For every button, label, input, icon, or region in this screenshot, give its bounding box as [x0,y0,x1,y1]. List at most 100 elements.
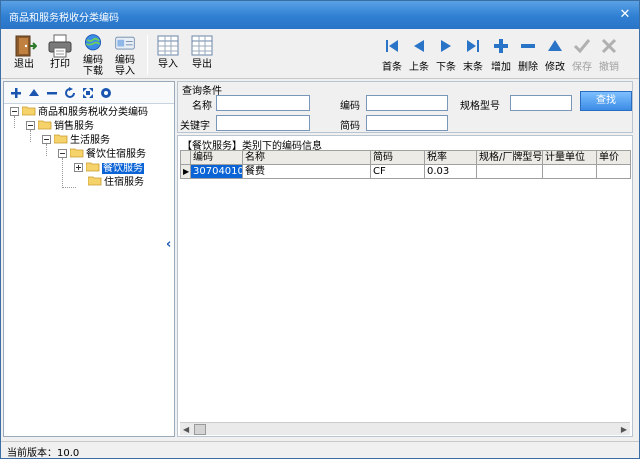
tree-remove-icon[interactable] [46,87,58,99]
collapse-icon[interactable] [10,107,19,116]
save-label: 保存 [572,62,592,73]
folder-open-icon [54,134,68,144]
column-header[interactable]: 编码 [190,150,243,165]
main-window: 商品和服务税收分类编码 ✕ 退出 打印 编码 下载 编码 导入 导入 导出 首条… [0,0,640,459]
name-input[interactable] [216,95,310,111]
code-download-label: 编码 下载 [83,55,103,77]
first-label: 首条 [382,62,402,73]
folder-open-icon [70,148,84,158]
tree-node-label: 生活服务 [70,135,110,146]
short-code-label: 简码 [340,121,360,132]
column-header[interactable]: 单价 [596,150,631,165]
add-button[interactable]: 增加 [487,37,515,75]
export-button[interactable]: 导出 [187,33,217,77]
tree-refresh-icon[interactable] [64,87,76,99]
cancel-button[interactable]: 撤销 [595,37,623,75]
scroll-right-icon[interactable]: ▶ [621,425,627,434]
tax-rate-cell[interactable]: 0.03 [424,164,477,179]
row-indicator-header [180,150,191,165]
prev-icon [414,40,424,52]
keyword-label: 关键字 [180,121,210,132]
tree-node-catering-lodging[interactable]: 餐饮住宿服务 [58,148,146,162]
spec-cell[interactable] [476,164,543,179]
tree-node-life[interactable]: 生活服务 [42,134,110,148]
folder-icon [86,162,100,172]
column-header[interactable]: 简码 [370,150,425,165]
tree-connector [62,158,63,188]
add-label: 增加 [491,62,511,73]
grid-header-row: 编码 名称 简码 税率 规格/厂牌型号 计量单位 单价 [180,150,631,165]
spec-input[interactable] [510,95,572,111]
category-tree-pane: 商品和服务税收分类编码 销售服务 生活服务 餐饮住宿服务 餐饮服务 住宿服务 [3,81,175,437]
first-icon [386,40,398,52]
collapse-icon[interactable] [42,135,51,144]
tree-node-label: 餐饮住宿服务 [86,149,146,160]
last-label: 末条 [463,62,483,73]
scroll-left-icon[interactable]: ◀ [183,425,189,434]
import-label: 导入 [158,59,178,70]
price-cell[interactable] [596,164,631,179]
title-bar[interactable]: 商品和服务税收分类编码 ✕ [1,1,639,29]
spec-label: 规格型号 [460,101,500,112]
short-code-input[interactable] [366,115,448,131]
import-button[interactable]: 导入 [153,33,183,77]
short-code-cell[interactable]: CF [370,164,425,179]
save-button[interactable]: 保存 [568,37,596,75]
code-download-button[interactable]: 编码 下载 [79,33,107,77]
code-import-button[interactable]: 编码 导入 [111,33,139,77]
column-header[interactable]: 税率 [424,150,477,165]
close-icon[interactable]: ✕ [617,7,633,23]
delete-label: 删除 [518,62,538,73]
card-import-icon [115,36,135,50]
column-header[interactable]: 名称 [242,150,371,165]
table-row[interactable]: ▶ 3070401000 餐费 CF 0.03 [180,164,631,179]
collapse-icon[interactable] [26,121,35,130]
printer-icon [48,34,72,58]
modify-button[interactable]: 修改 [541,37,569,75]
tree-connector [62,187,76,188]
tree-node-label: 商品和服务税收分类编码 [38,107,148,118]
window-title: 商品和服务税收分类编码 [9,13,119,24]
name-cell[interactable]: 餐费 [242,164,371,179]
code-cell[interactable]: 3070401000 [190,164,243,179]
tree-node-label: 住宿服务 [104,177,144,188]
next-record-button[interactable]: 下条 [432,37,460,75]
toolbar: 退出 打印 编码 下载 编码 导入 导入 导出 首条 上条 下条 末条 增加 删… [1,29,639,79]
print-button[interactable]: 打印 [45,33,75,77]
tree-add-icon[interactable] [10,87,22,99]
tree-node-label: 销售服务 [54,121,94,132]
horizontal-scrollbar[interactable]: ◀ ▶ [180,422,630,435]
delete-button[interactable]: 删除 [514,37,542,75]
collapse-pane-icon[interactable]: ‹ [166,237,171,252]
unit-cell[interactable] [542,164,597,179]
query-panel: 查询条件 名称 编码 规格型号 关键字 简码 查找 [177,81,633,133]
tree-move-up-icon[interactable] [28,87,40,99]
last-record-button[interactable]: 末条 [459,37,487,75]
tree-node-sales[interactable]: 销售服务 [26,120,94,134]
scrollbar-thumb[interactable] [194,424,206,435]
last-icon [467,40,479,52]
name-label: 名称 [192,101,212,112]
tree-node-label-selected: 餐饮服务 [102,163,144,174]
folder-open-icon [22,106,36,116]
tree-settings-icon[interactable] [100,87,112,99]
prev-record-button[interactable]: 上条 [405,37,433,75]
collapse-icon[interactable] [58,149,67,158]
keyword-input[interactable] [216,115,310,131]
column-header[interactable]: 计量单位 [542,150,597,165]
cancel-label: 撤销 [599,62,619,73]
code-grid: 编码 名称 简码 税率 规格/厂牌型号 计量单位 单价 ▶ 3070401000… [180,150,631,179]
tree-node-catering[interactable]: 餐饮服务 [74,162,144,176]
column-header[interactable]: 规格/厂牌型号 [476,150,543,165]
search-button[interactable]: 查找 [580,91,632,111]
export-table-icon [191,35,213,56]
exit-door-icon [15,35,37,57]
version-text: 当前版本：10.0 [7,448,80,459]
first-record-button[interactable]: 首条 [378,37,406,75]
tree-expand-all-icon[interactable] [82,87,94,99]
tree-node-lodging[interactable]: 住宿服务 [88,176,144,190]
expand-icon[interactable] [74,163,83,172]
code-input[interactable] [366,95,448,111]
tree-node-root[interactable]: 商品和服务税收分类编码 [10,106,148,120]
exit-button[interactable]: 退出 [9,33,39,77]
